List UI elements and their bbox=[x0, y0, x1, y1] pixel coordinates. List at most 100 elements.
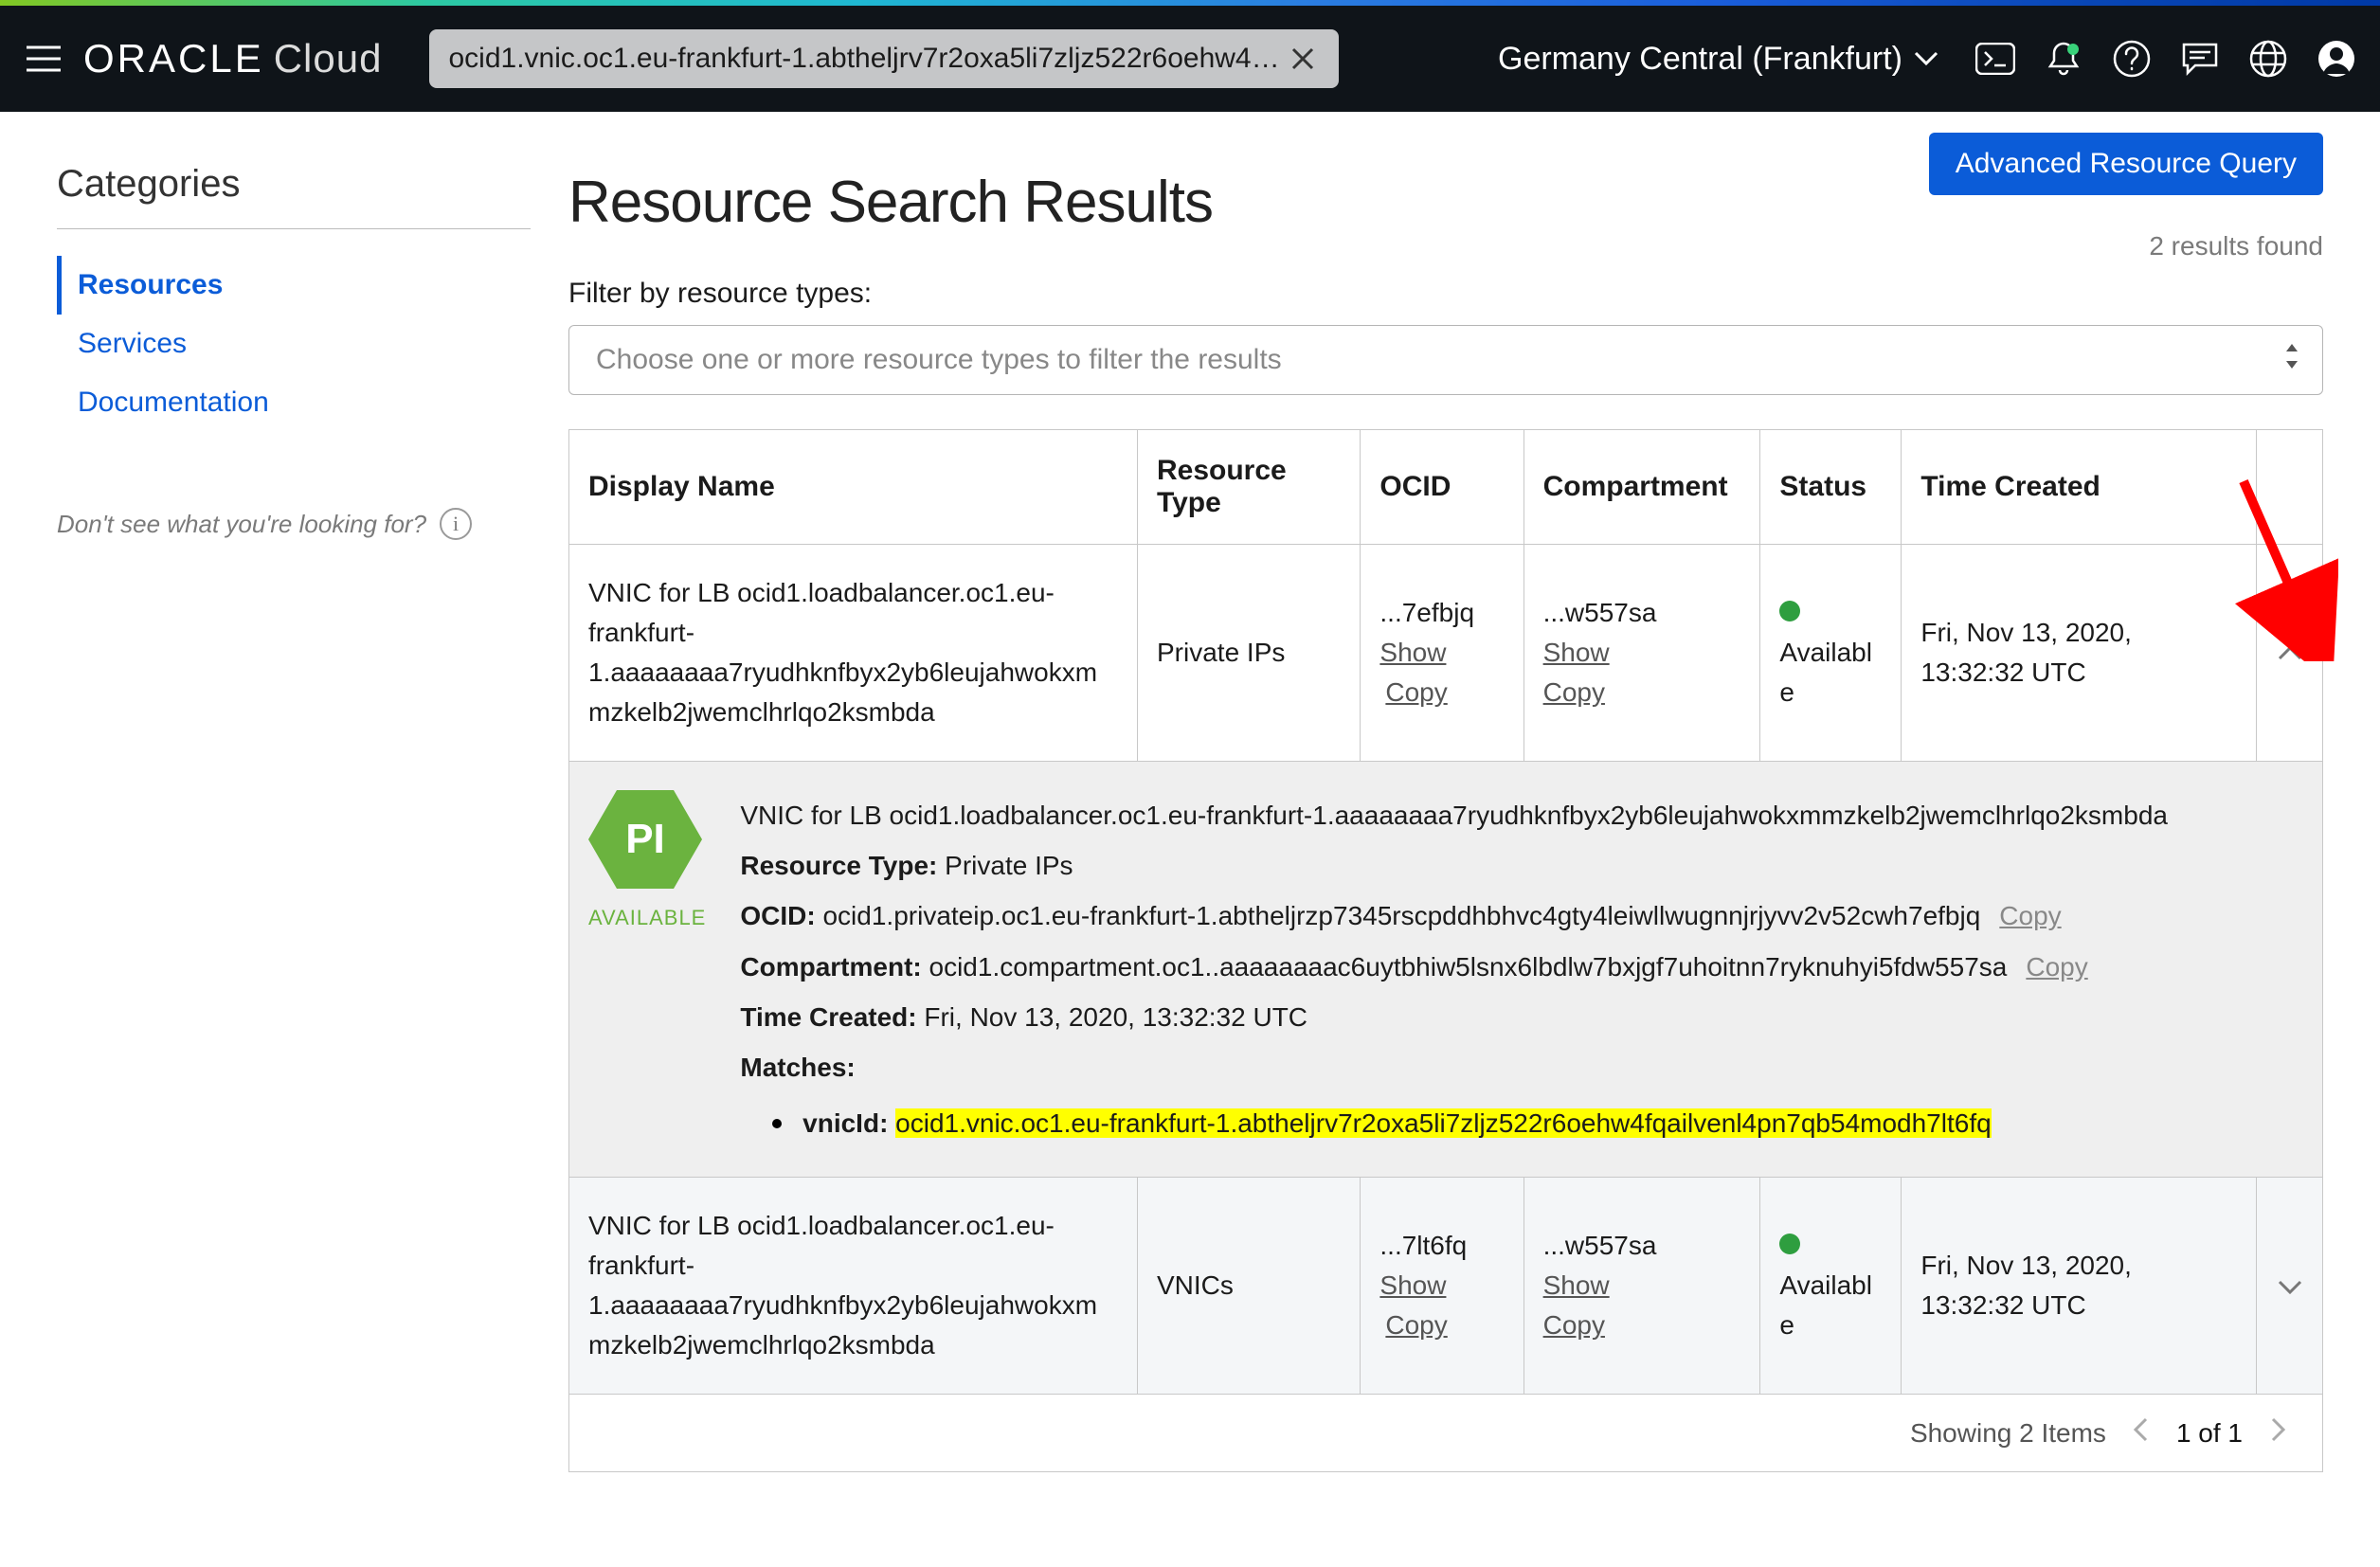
compartment-short: ...w557sa bbox=[1543, 598, 1657, 627]
col-ocid: OCID bbox=[1361, 430, 1524, 545]
cell-display-name: VNIC for LB ocid1.loadbalancer.oc1.eu-fr… bbox=[569, 545, 1138, 762]
ocid-copy-link[interactable]: Copy bbox=[1385, 677, 1447, 707]
cell-ocid: ...7lt6fq Show Copy bbox=[1361, 1178, 1524, 1395]
ocid-short: ...7efbjq bbox=[1379, 598, 1474, 627]
menu-hamburger-icon[interactable] bbox=[23, 38, 64, 80]
cell-status: Available bbox=[1760, 1178, 1902, 1395]
detail-time-value: Fri, Nov 13, 2020, 13:32:32 UTC bbox=[924, 1002, 1307, 1032]
pagination-bar: Showing 2 Items 1 of 1 bbox=[568, 1395, 2323, 1472]
advanced-query-button[interactable]: Advanced Resource Query bbox=[1929, 133, 2323, 195]
chevron-down-icon bbox=[2278, 1279, 2302, 1294]
compartment-show-link[interactable]: Show bbox=[1543, 1270, 1610, 1300]
cell-time-created: Fri, Nov 13, 2020, 13:32:32 UTC bbox=[1902, 545, 2257, 762]
sidebar: Categories Resources Services Documentat… bbox=[57, 150, 531, 1472]
chevron-up-icon bbox=[2278, 646, 2302, 661]
globe-language-icon[interactable] bbox=[2247, 38, 2289, 80]
row-expand-toggle[interactable] bbox=[2257, 1178, 2323, 1395]
results-count: 2 results found bbox=[2149, 231, 2323, 261]
sidebar-help: Don't see what you're looking for? i bbox=[57, 508, 531, 540]
search-box[interactable] bbox=[429, 29, 1339, 88]
badge-code: PI bbox=[625, 808, 665, 871]
sidebar-item-documentation[interactable]: Documentation bbox=[57, 373, 531, 432]
compartment-short: ...w557sa bbox=[1543, 1231, 1657, 1260]
compartment-copy-link[interactable]: Copy bbox=[1543, 1310, 1605, 1340]
detail-row: PI AVAILABLE VNIC for LB ocid1.loadbalan… bbox=[569, 762, 2323, 1178]
detail-time-label: Time Created: bbox=[740, 1002, 916, 1032]
ocid-show-link[interactable]: Show bbox=[1379, 1270, 1446, 1300]
sidebar-help-text: Don't see what you're looking for? bbox=[57, 510, 426, 539]
cell-compartment: ...w557sa Show Copy bbox=[1524, 545, 1760, 762]
chat-icon[interactable] bbox=[2179, 38, 2221, 80]
pager-showing: Showing 2 Items bbox=[1910, 1418, 2106, 1449]
cell-resource-type: Private IPs bbox=[1138, 545, 1361, 762]
table-row: VNIC for LB ocid1.loadbalancer.oc1.eu-fr… bbox=[569, 545, 2323, 762]
cell-display-name: VNIC for LB ocid1.loadbalancer.oc1.eu-fr… bbox=[569, 1178, 1138, 1395]
sidebar-item-resources[interactable]: Resources bbox=[57, 256, 531, 315]
sidebar-divider bbox=[57, 228, 531, 229]
col-resource-type: Resource Type bbox=[1138, 430, 1361, 545]
cloud-shell-icon[interactable] bbox=[1974, 38, 2016, 80]
detail-comp-copy[interactable]: Copy bbox=[2026, 952, 2087, 982]
ocid-copy-link[interactable]: Copy bbox=[1385, 1310, 1447, 1340]
results-table: Display Name Resource Type OCID Compartm… bbox=[568, 429, 2323, 1395]
header-bar: ORACLE Cloud Germany Central (Frankfurt) bbox=[0, 6, 2380, 112]
cell-resource-type: VNICs bbox=[1138, 1178, 1361, 1395]
filter-placeholder: Choose one or more resource types to fil… bbox=[596, 344, 1282, 376]
status-text: Available bbox=[1779, 1270, 1872, 1340]
cell-time-created: Fri, Nov 13, 2020, 13:32:32 UTC bbox=[1902, 1178, 2257, 1395]
region-label: Germany Central (Frankfurt) bbox=[1498, 41, 1902, 78]
pager-next[interactable] bbox=[2260, 1414, 2296, 1452]
cell-status: Available bbox=[1760, 545, 1902, 762]
ocid-show-link[interactable]: Show bbox=[1379, 638, 1446, 667]
resource-type-filter[interactable]: Choose one or more resource types to fil… bbox=[568, 325, 2323, 395]
header-icons bbox=[1974, 38, 2357, 80]
detail-ocid-value: ocid1.privateip.oc1.eu-frankfurt-1.abthe… bbox=[822, 901, 1980, 930]
detail-info: VNIC for LB ocid1.loadbalancer.oc1.eu-fr… bbox=[740, 790, 2303, 1148]
notifications-bell-icon[interactable] bbox=[2043, 38, 2084, 80]
logo-oracle: ORACLE bbox=[83, 36, 264, 81]
logo: ORACLE Cloud bbox=[83, 36, 382, 81]
match-value-highlight: ocid1.vnic.oc1.eu-frankfurt-1.abtheljrv7… bbox=[895, 1108, 1992, 1138]
user-profile-icon[interactable] bbox=[2316, 38, 2357, 80]
cell-ocid: ...7efbjq Show Copy bbox=[1361, 545, 1524, 762]
detail-ocid-label: OCID: bbox=[740, 901, 815, 930]
detail-comp-value: ocid1.compartment.oc1..aaaaaaaac6uytbhiw… bbox=[929, 952, 2008, 982]
col-display-name: Display Name bbox=[569, 430, 1138, 545]
badge-status: AVAILABLE bbox=[588, 902, 706, 933]
pager-prev[interactable] bbox=[2123, 1414, 2159, 1452]
table-row: VNIC for LB ocid1.loadbalancer.oc1.eu-fr… bbox=[569, 1178, 2323, 1395]
info-icon[interactable]: i bbox=[440, 508, 472, 540]
table-header-row: Display Name Resource Type OCID Compartm… bbox=[569, 430, 2323, 545]
filter-label: Filter by resource types: bbox=[568, 278, 2323, 310]
bullet-icon bbox=[772, 1119, 782, 1128]
cell-compartment: ...w557sa Show Copy bbox=[1524, 1178, 1760, 1395]
row-collapse-toggle[interactable] bbox=[2257, 545, 2323, 762]
detail-ocid-copy[interactable]: Copy bbox=[1999, 901, 2061, 930]
page-body: Categories Resources Services Documentat… bbox=[0, 112, 2380, 1567]
search-input[interactable] bbox=[446, 42, 1284, 76]
notification-dot-icon bbox=[2067, 44, 2079, 55]
status-text: Available bbox=[1779, 638, 1872, 707]
compartment-copy-link[interactable]: Copy bbox=[1543, 677, 1605, 707]
detail-comp-label: Compartment: bbox=[740, 952, 921, 982]
logo-cloud: Cloud bbox=[274, 36, 383, 81]
status-dot-icon bbox=[1779, 601, 1800, 621]
status-dot-icon bbox=[1779, 1234, 1800, 1254]
search-clear-icon[interactable] bbox=[1284, 40, 1322, 78]
detail-matches-label: Matches: bbox=[740, 1053, 855, 1082]
detail-rtype-label: Resource Type: bbox=[740, 851, 937, 880]
col-time-created: Time Created bbox=[1902, 430, 2257, 545]
chevron-down-icon bbox=[1914, 51, 1938, 66]
compartment-show-link[interactable]: Show bbox=[1543, 638, 1610, 667]
main-content: Advanced Resource Query Resource Search … bbox=[568, 150, 2323, 1472]
detail-rtype-value: Private IPs bbox=[945, 851, 1073, 880]
help-icon[interactable] bbox=[2111, 38, 2153, 80]
pager-current: 1 of 1 bbox=[2176, 1418, 2243, 1449]
region-selector[interactable]: Germany Central (Frankfurt) bbox=[1498, 41, 1938, 78]
sidebar-item-services[interactable]: Services bbox=[57, 315, 531, 373]
col-expand bbox=[2257, 430, 2323, 545]
ocid-short: ...7lt6fq bbox=[1379, 1231, 1467, 1260]
match-key: vnicId: bbox=[802, 1108, 888, 1138]
col-compartment: Compartment bbox=[1524, 430, 1760, 545]
sidebar-title: Categories bbox=[57, 163, 531, 206]
